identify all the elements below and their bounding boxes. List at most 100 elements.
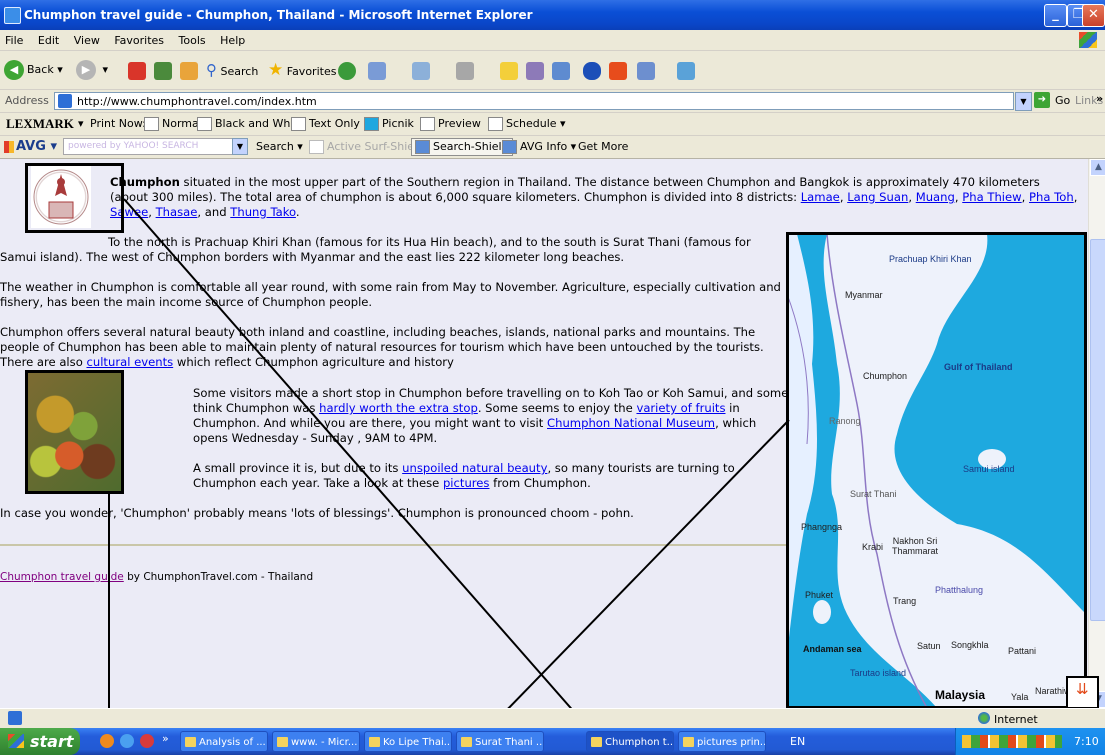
screen-capture-icon[interactable] xyxy=(637,62,655,80)
lexmark-logo[interactable]: LEXMARK xyxy=(6,116,74,132)
link-pha-thiew[interactable]: Pha Thiew xyxy=(962,190,1021,204)
yahoo-dropdown-button[interactable]: ▼ xyxy=(232,138,248,155)
avg-search-button[interactable]: Search ▾ xyxy=(256,140,303,153)
menu-favorites[interactable]: Favorites xyxy=(109,30,170,47)
search-button[interactable]: ⚲ Search xyxy=(206,59,258,81)
print-normal-label: Normal xyxy=(162,117,202,130)
go-button[interactable]: Go xyxy=(1055,94,1070,107)
mail-icon[interactable] xyxy=(368,62,386,80)
search-label: Search xyxy=(220,65,259,78)
folder-icon[interactable] xyxy=(500,62,518,80)
start-label: start xyxy=(30,732,74,751)
window-title-bar[interactable]: Chumphon travel guide - Chumphon, Thaila… xyxy=(0,0,1105,30)
print-text-only-button[interactable]: Text Only xyxy=(291,117,360,131)
link-muang[interactable]: Muang xyxy=(916,190,955,204)
printer-icon xyxy=(144,117,159,131)
quicklaunch-chevron-icon[interactable]: » xyxy=(162,732,169,745)
info-icon xyxy=(502,140,517,154)
favorites-label: Favorites xyxy=(286,65,337,78)
edit-icon[interactable] xyxy=(456,62,474,80)
task-chumphon[interactable]: Chumphon t... xyxy=(586,731,674,752)
back-button[interactable]: ◀ Back ▾ xyxy=(4,59,63,81)
page-status-icon xyxy=(8,711,22,725)
link-thasae[interactable]: Thasae xyxy=(156,205,198,219)
search-icon: ⚲ xyxy=(206,61,217,79)
address-dropdown-button[interactable]: ▼ xyxy=(1015,92,1032,111)
print-bw-button[interactable]: Black and White xyxy=(197,117,304,131)
search-shield-button[interactable]: Search-Shield xyxy=(411,138,513,156)
back-label: Back xyxy=(27,63,54,76)
task-pictures[interactable]: pictures prin... xyxy=(678,731,766,752)
get-more-button[interactable]: Get More xyxy=(578,140,628,153)
schedule-button[interactable]: Schedule ▾ xyxy=(488,117,566,131)
visitors-text-b: . Some seems to enjoy the xyxy=(477,401,637,415)
nature-paragraph: Chumphon offers several natural beauty b… xyxy=(0,325,790,370)
ie-quicklaunch-icon[interactable] xyxy=(120,734,134,748)
print-icon[interactable] xyxy=(412,62,430,80)
windows-logo-icon xyxy=(1079,32,1097,48)
tray-icons[interactable] xyxy=(962,735,1062,748)
research-icon[interactable] xyxy=(552,62,570,80)
yahoo-search-input[interactable]: powered by YAHOO! SEARCH xyxy=(63,138,237,155)
clock[interactable]: 7:10 xyxy=(1074,735,1099,748)
beauty-text-c: from Chumphon. xyxy=(489,476,591,490)
preview-button[interactable]: Preview xyxy=(420,117,481,131)
link-cultural-events[interactable]: cultural events xyxy=(86,355,173,369)
firefox-quicklaunch-icon[interactable] xyxy=(100,734,114,748)
avg-flag-icon xyxy=(4,140,14,153)
menu-help[interactable]: Help xyxy=(215,30,251,47)
task-ko-lipe[interactable]: Ko Lipe Thai... xyxy=(364,731,452,752)
menu-view[interactable]: View xyxy=(69,30,106,47)
minimize-button[interactable]: _ xyxy=(1044,4,1067,27)
start-button[interactable]: start xyxy=(0,728,80,755)
task-www[interactable]: www. - Micr... xyxy=(272,731,360,752)
link-thung-tako[interactable]: Thung Tako xyxy=(230,205,296,219)
history-icon[interactable] xyxy=(338,62,356,80)
search-shield-label: Search-Shield xyxy=(433,140,509,153)
link-national-museum[interactable]: Chumphon National Museum xyxy=(547,416,715,430)
vertical-scrollbar[interactable]: ▲ ▼ xyxy=(1088,159,1105,708)
link-hardly-worth[interactable]: hardly worth the extra stop xyxy=(319,401,478,415)
nature-text-b: which reflect Chumphon agriculture and h… xyxy=(173,355,454,369)
footer-link[interactable]: Chumphon travel guide xyxy=(0,571,124,583)
go-arrow-icon[interactable]: ➜ xyxy=(1034,92,1050,108)
print-text-only-label: Text Only xyxy=(309,117,360,130)
avg-info-button[interactable]: AVG Info ▾ xyxy=(502,140,576,154)
language-indicator[interactable]: EN xyxy=(790,735,805,748)
avg-toolbar-icon[interactable] xyxy=(609,62,627,80)
forward-button[interactable]: ▶ ▾ xyxy=(76,59,108,81)
link-lang-suan[interactable]: Lang Suan xyxy=(847,190,908,204)
menu-tools[interactable]: Tools xyxy=(174,30,212,47)
link-pha-toh[interactable]: Pha Toh xyxy=(1029,190,1074,204)
opera-quicklaunch-icon[interactable] xyxy=(140,734,154,748)
messenger-icon[interactable] xyxy=(526,62,544,80)
print-normal-button[interactable]: Normal xyxy=(144,117,202,131)
link-lamae[interactable]: Lamae xyxy=(801,190,840,204)
picnik-button[interactable]: Picnik xyxy=(364,117,414,131)
bluetooth-icon[interactable] xyxy=(583,62,601,80)
favorites-button[interactable]: ★ Favorites xyxy=(268,59,336,81)
window-title: Chumphon travel guide - Chumphon, Thaila… xyxy=(24,8,533,22)
active-surf-shield-button[interactable]: Active Surf-Shield xyxy=(309,140,424,154)
avg-logo[interactable]: AVG ▾ xyxy=(4,139,57,154)
home-icon[interactable] xyxy=(180,62,198,80)
footer-text: by ChumphonTravel.com - Thailand xyxy=(123,571,314,583)
menu-edit[interactable]: Edit xyxy=(33,30,65,47)
chevron-right-icon[interactable]: » xyxy=(1096,92,1103,105)
link-pictures[interactable]: pictures xyxy=(443,476,490,490)
avg-info-label: AVG Info xyxy=(520,140,568,153)
forward-arrow-icon: ▶ xyxy=(76,60,96,80)
scroll-thumb[interactable] xyxy=(1090,239,1105,621)
task-analysis[interactable]: Analysis of ... xyxy=(180,731,268,752)
menu-file[interactable]: File xyxy=(0,30,29,47)
friends-icon[interactable] xyxy=(677,62,695,80)
refresh-icon[interactable] xyxy=(154,62,172,80)
link-variety-of-fruits[interactable]: variety of fruits xyxy=(636,401,725,415)
lexmark-dropdown-icon[interactable]: ▾ xyxy=(78,117,84,130)
task-surat-thani[interactable]: Surat Thani ... xyxy=(456,731,544,752)
stop-icon[interactable] xyxy=(128,62,146,80)
address-input[interactable]: http://www.chumphontravel.com/index.htm xyxy=(54,92,1014,110)
link-unspoiled-beauty[interactable]: unspoiled natural beauty xyxy=(402,461,547,475)
scroll-up-arrow-icon[interactable]: ▲ xyxy=(1090,159,1105,176)
close-button[interactable]: ✕ xyxy=(1082,4,1105,27)
